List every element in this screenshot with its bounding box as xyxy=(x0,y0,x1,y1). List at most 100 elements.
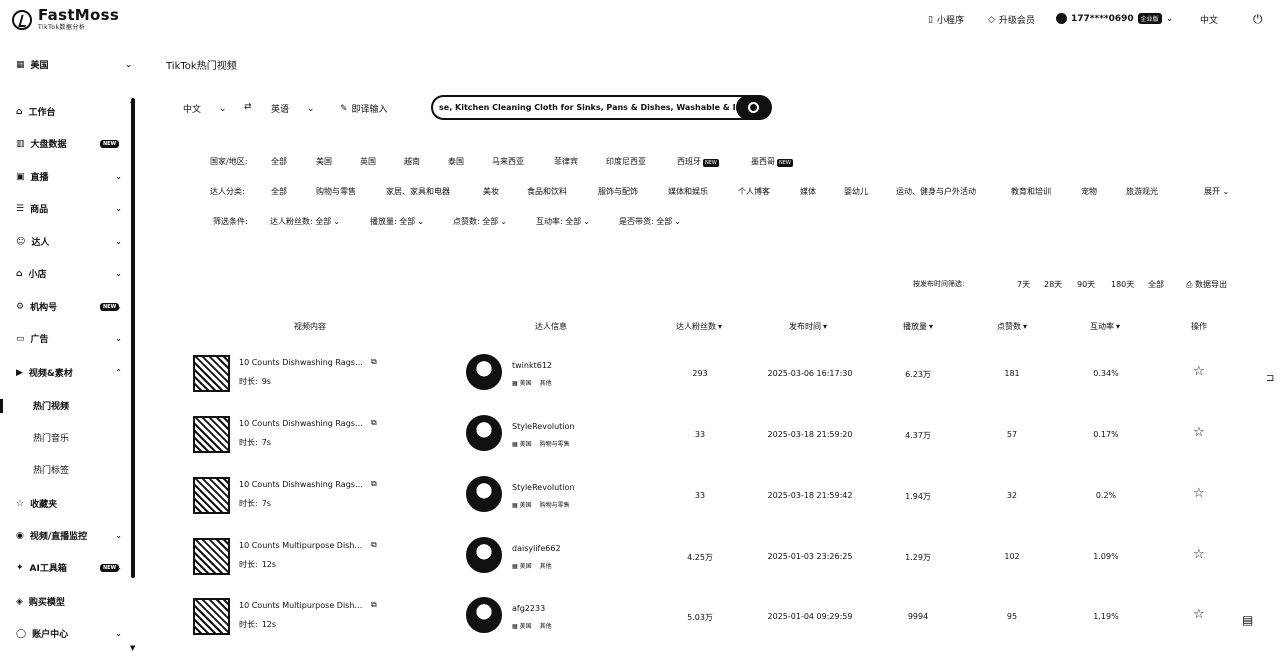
sidebar-sub-item[interactable]: 热门音乐 xyxy=(33,431,69,444)
creator-name[interactable]: StyleRevolution xyxy=(512,483,574,492)
expand-button[interactable]: 展开 ⌄ xyxy=(1204,186,1229,197)
creator-name[interactable]: StyleRevolution xyxy=(512,422,574,431)
copy-icon[interactable]: ⧉ xyxy=(371,357,377,367)
time-option[interactable]: 7天 xyxy=(1017,279,1030,290)
video-thumbnail[interactable] xyxy=(193,598,230,635)
category-option[interactable]: 个人博客 xyxy=(738,186,770,197)
favorite-star-icon[interactable]: ☆ xyxy=(1193,364,1205,379)
sidebar-item[interactable]: ◉ 视频/直播监控 ⌄ xyxy=(16,529,122,543)
sidebar-item[interactable]: ☺ 达人 ⌄ xyxy=(16,235,122,249)
category-option[interactable]: 运动、健身与户外活动 xyxy=(896,186,976,197)
copy-icon[interactable]: ⧉ xyxy=(371,418,377,428)
category-option[interactable]: 服饰与配饰 xyxy=(598,186,638,197)
sidebar-sub-item[interactable]: 热门标签 xyxy=(33,463,69,476)
category-option[interactable]: 家居、家具和电器 xyxy=(386,186,450,197)
region-option[interactable]: 全部 xyxy=(271,156,287,167)
sidebar-item[interactable]: ✦ AI工具箱 NEW ⌄ xyxy=(16,561,122,575)
creator-name[interactable]: twinkt612 xyxy=(512,361,552,370)
category-option[interactable]: 全部 xyxy=(271,186,287,197)
region-option[interactable]: 菲律宾 xyxy=(554,156,578,167)
video-thumbnail[interactable] xyxy=(193,416,230,453)
table-header[interactable]: 互动率 ▾ xyxy=(1090,321,1120,332)
creator-avatar[interactable] xyxy=(466,415,502,451)
time-option[interactable]: 90天 xyxy=(1077,279,1095,290)
category-option[interactable]: 旅游观光 xyxy=(1126,186,1158,197)
condition-dropdown[interactable]: 是否带货: 全部 ⌄ xyxy=(619,216,681,227)
sidebar-item[interactable]: ▥ 大盘数据 NEW xyxy=(16,137,122,150)
sidebar-item[interactable]: ▶ 视频&素材 ⌃ xyxy=(16,366,122,380)
region-option[interactable]: 美国 xyxy=(316,156,332,167)
table-header[interactable]: 点赞数 ▾ xyxy=(997,321,1027,332)
brand-logo[interactable]: FastMoss TikTok数据分析 xyxy=(12,8,119,31)
condition-dropdown[interactable]: 达人粉丝数: 全部 ⌄ xyxy=(270,216,340,227)
video-title[interactable]: 10 Counts Multipurpose Dish… xyxy=(239,601,362,610)
search-box[interactable]: se, Kitchen Cleaning Cloth for Sinks, Pa… xyxy=(431,95,772,120)
category-option[interactable]: 婴幼儿 xyxy=(844,186,868,197)
category-option[interactable]: 食品和饮料 xyxy=(527,186,567,197)
region-option[interactable]: 西班牙 NEW xyxy=(677,156,719,167)
sidebar-item[interactable]: ☆ 收藏夹 xyxy=(16,497,122,511)
document-icon[interactable]: ▤ xyxy=(1242,613,1253,627)
search-input[interactable]: se, Kitchen Cleaning Cloth for Sinks, Pa… xyxy=(439,103,735,112)
video-thumbnail[interactable] xyxy=(193,477,230,514)
scroll-down-icon[interactable]: ▼ xyxy=(130,644,135,652)
sidebar-item[interactable]: ◈ 购买模型 xyxy=(16,595,122,609)
time-option[interactable]: 28天 xyxy=(1044,279,1062,290)
search-button[interactable] xyxy=(736,95,771,120)
upgrade-link[interactable]: ◇ 升级会员 xyxy=(988,13,1035,27)
sidebar-item[interactable]: ⚙ 机构号 NEW ⌄ xyxy=(16,300,122,314)
source-lang-select[interactable]: 中文 ⌄ xyxy=(183,102,227,116)
favorite-star-icon[interactable]: ☆ xyxy=(1193,547,1205,562)
sidebar-item[interactable]: ⌂ 小店 ⌄ xyxy=(16,267,122,281)
category-option[interactable]: 教育和培训 xyxy=(1011,186,1051,197)
creator-avatar[interactable] xyxy=(466,476,502,512)
sidebar-scrollbar[interactable] xyxy=(131,98,135,578)
copy-icon[interactable]: ⧉ xyxy=(371,540,377,550)
sidebar-item[interactable]: ◯ 账户中心 ⌄ xyxy=(16,627,122,641)
category-option[interactable]: 宠物 xyxy=(1081,186,1097,197)
region-select[interactable]: ▦ 美国 ⌄ xyxy=(16,58,132,72)
video-title[interactable]: 10 Counts Dishwashing Rags… xyxy=(239,419,363,428)
region-option[interactable]: 马来西亚 xyxy=(492,156,524,167)
creator-name[interactable]: afg2233 xyxy=(512,604,545,613)
creator-avatar[interactable] xyxy=(466,537,502,573)
favorite-star-icon[interactable]: ☆ xyxy=(1193,486,1205,501)
side-float-icon[interactable]: ⊐ xyxy=(1266,373,1274,384)
creator-avatar[interactable] xyxy=(466,354,502,390)
category-option[interactable]: 媒体和娱乐 xyxy=(668,186,708,197)
power-icon[interactable]: ⏻ xyxy=(1253,12,1263,27)
translate-input-toggle[interactable]: ✎ 即译输入 xyxy=(340,102,388,116)
sidebar-item[interactable]: ⌂ 工作台 xyxy=(16,105,122,119)
creator-name[interactable]: daisylife662 xyxy=(512,544,561,553)
table-header[interactable]: 播放量 ▾ xyxy=(903,321,933,332)
region-option[interactable]: 英国 xyxy=(360,156,376,167)
region-option[interactable]: 印度尼西亚 xyxy=(606,156,646,167)
copy-icon[interactable]: ⧉ xyxy=(371,479,377,489)
favorite-star-icon[interactable]: ☆ xyxy=(1193,425,1205,440)
condition-dropdown[interactable]: 点赞数: 全部 ⌄ xyxy=(453,216,507,227)
video-thumbnail[interactable] xyxy=(193,538,230,575)
category-option[interactable]: 媒体 xyxy=(800,186,816,197)
copy-icon[interactable]: ⧉ xyxy=(371,600,377,610)
language-switch[interactable]: 中文 xyxy=(1200,13,1218,26)
user-menu[interactable]: 177****0690 企业版 ⌄ xyxy=(1056,13,1173,24)
time-option[interactable]: 全部 xyxy=(1148,279,1164,290)
sidebar-sub-item[interactable]: 热门视频 xyxy=(33,399,69,412)
swap-lang-icon[interactable]: ⇄ xyxy=(244,102,252,112)
category-option[interactable]: 购物与零售 xyxy=(316,186,356,197)
region-option[interactable]: 墨西哥 NEW xyxy=(751,156,793,167)
creator-avatar[interactable] xyxy=(466,597,502,633)
video-title[interactable]: 10 Counts Dishwashing Rags… xyxy=(239,480,363,489)
target-lang-select[interactable]: 英语 ⌄ xyxy=(271,102,315,116)
video-thumbnail[interactable] xyxy=(193,355,230,392)
export-button[interactable]: ⎙ 数据导出 xyxy=(1186,279,1227,290)
region-option[interactable]: 泰国 xyxy=(448,156,464,167)
video-title[interactable]: 10 Counts Multipurpose Dish… xyxy=(239,541,362,550)
sidebar-item[interactable]: ▣ 直播 ⌄ xyxy=(16,170,122,184)
region-option[interactable]: 越南 xyxy=(404,156,420,167)
time-option[interactable]: 180天 xyxy=(1111,279,1134,290)
mini-program-link[interactable]: ▯ 小程序 xyxy=(928,13,964,27)
condition-dropdown[interactable]: 互动率: 全部 ⌄ xyxy=(536,216,590,227)
table-header[interactable]: 发布时间 ▾ xyxy=(789,321,827,332)
sidebar-item[interactable]: ▭ 广告 ⌄ xyxy=(16,332,122,346)
